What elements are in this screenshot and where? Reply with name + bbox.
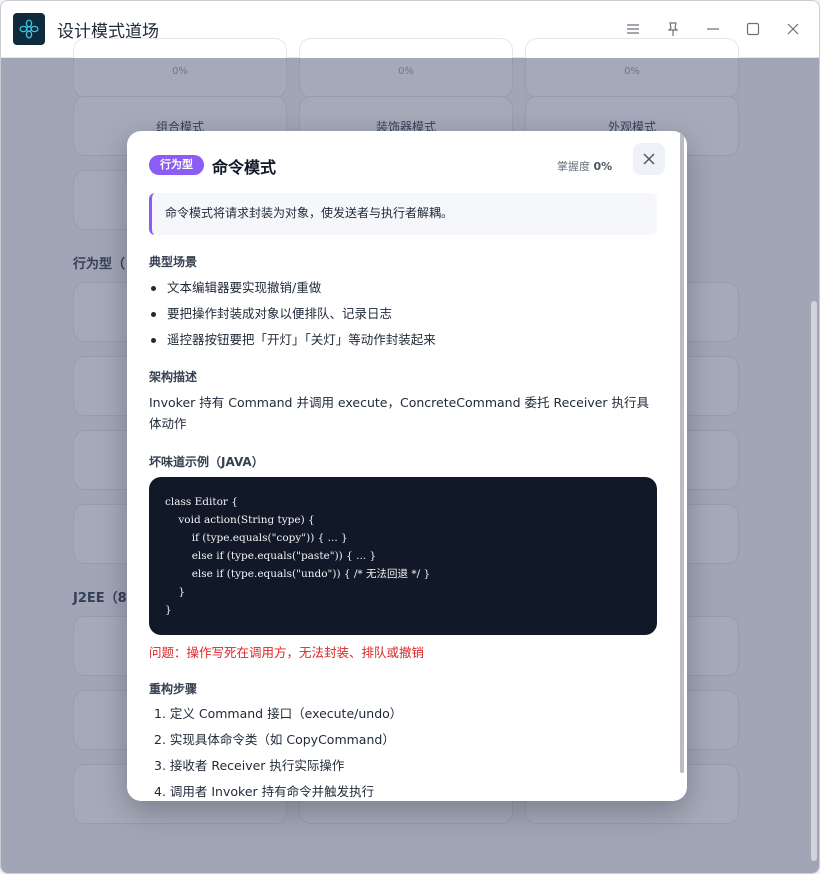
flower-logo-icon: [13, 13, 45, 45]
mastery-value: 0%: [593, 160, 613, 173]
problem-text: 问题：操作写死在调用方，无法封装、排队或撤销: [149, 645, 425, 660]
scenarios-list: 文本编辑器要实现撤销/重做 要把操作封装成对象以便排队、记录日志 遥控器按钮要把…: [149, 275, 436, 353]
refactor-heading: 重构步骤: [149, 682, 198, 696]
mastery-label: 掌握度: [557, 160, 590, 173]
architecture-heading: 架构描述: [149, 370, 198, 384]
step-item: 3. 接收者 Receiver 执行实际操作: [154, 758, 345, 773]
bad-example-heading: 坏味道示例（JAVA）: [149, 455, 264, 469]
close-icon: [643, 153, 655, 165]
page-scrollbar[interactable]: [811, 301, 817, 861]
architecture-text: Invoker 持有 Command 并调用 execute，ConcreteC…: [149, 395, 650, 431]
maximize-icon[interactable]: [741, 17, 765, 41]
list-item: 遥控器按钮要把「开灯」「关灯」等动作封装起来: [149, 327, 436, 353]
mastery-indicator: 掌握度 0%: [557, 158, 612, 174]
step-item: 4. 调用者 Invoker 持有命令并触发执行: [154, 784, 375, 799]
refactor-steps: 1. 定义 Command 接口（execute/undo） 2. 实现具体命令…: [149, 701, 402, 801]
pattern-summary: 命令模式将请求封装为对象，使发送者与执行者解耦。: [149, 193, 657, 235]
modal-scrollbar[interactable]: [680, 133, 684, 773]
list-item: 要把操作封装成对象以便排队、记录日志: [149, 301, 436, 327]
code-block: class Editor { void action(String type) …: [149, 477, 657, 635]
close-icon[interactable]: [781, 17, 805, 41]
modal-title: 命令模式: [212, 158, 277, 177]
step-item: 1. 定义 Command 接口（execute/undo）: [154, 706, 403, 721]
scenarios-heading: 典型场景: [149, 255, 198, 269]
app-window: 设计模式道场 0% 0% 0% 组合模式 装饰器模式 外观模式 行为型（ J2E…: [0, 0, 820, 874]
modal-close-button[interactable]: [633, 143, 665, 175]
list-item: 文本编辑器要实现撤销/重做: [149, 275, 436, 301]
step-item: 2. 实现具体命令类（如 CopyCommand）: [154, 732, 395, 747]
pattern-detail-modal: 行为型 命令模式 掌握度 0% 命令模式将请求封装为对象，使发送者与执行者解耦。…: [127, 131, 687, 801]
modal-content: 行为型 命令模式 掌握度 0% 命令模式将请求封装为对象，使发送者与执行者解耦。…: [127, 131, 687, 801]
category-badge: 行为型: [149, 155, 204, 175]
